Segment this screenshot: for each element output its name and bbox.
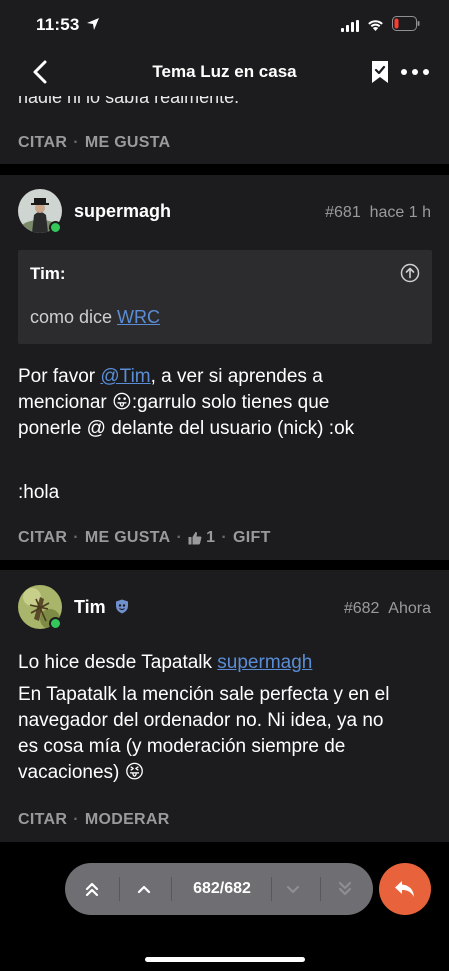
thumbs-up-icon	[188, 531, 202, 545]
like-button[interactable]: ME GUSTA	[85, 529, 171, 547]
squinting-tongue-emoji: 😝	[124, 762, 145, 783]
quote-text: como dice WRC	[30, 307, 160, 328]
body-line: es cosa mía (y moderación siempre de	[18, 736, 346, 757]
post-682: Tim #682 Ahora Lo hice desde Tapatalk su…	[0, 570, 449, 842]
battery-low-icon	[392, 16, 420, 31]
more-options-icon[interactable]	[400, 62, 430, 82]
separator: ·	[73, 529, 79, 546]
post-time: Ahora	[388, 600, 431, 617]
gift-button[interactable]: GIFT	[233, 529, 271, 547]
status-bar: 11:53	[0, 0, 449, 50]
previous-post-actions: CITAR · ME GUSTA	[18, 134, 171, 152]
page-counter[interactable]: 682/682	[185, 863, 259, 915]
separator: ·	[73, 134, 79, 151]
quote-button[interactable]: CITAR	[18, 811, 67, 829]
quote-block: Tim: como dice WRC	[18, 250, 432, 344]
chevron-up-icon	[137, 885, 151, 894]
mention-link[interactable]: @Tim	[100, 366, 150, 387]
body-text-segment: mencionar	[18, 392, 112, 413]
body-line: mencionar 😛:garrulo solo tienes que	[18, 390, 432, 416]
body-line: En Tapatalk la mención sale perfecta y e…	[18, 684, 390, 705]
quote-author: Tim:	[30, 264, 66, 283]
separator: ·	[221, 529, 227, 546]
body-line: ponerle @ delante del usuario (nick) :ok	[18, 418, 355, 439]
mention-link[interactable]: supermagh	[217, 652, 312, 673]
username[interactable]: supermagh	[74, 201, 171, 222]
first-page-button[interactable]	[67, 863, 117, 915]
username[interactable]: Tim	[74, 597, 106, 618]
last-page-button[interactable]	[320, 863, 370, 915]
post-number[interactable]: #682	[344, 600, 380, 617]
quote-button[interactable]: CITAR	[18, 134, 67, 152]
location-arrow-icon	[87, 18, 99, 30]
body-text-segment: , a ver si aprendes a	[150, 366, 323, 387]
next-page-button[interactable]	[268, 863, 318, 915]
body-line: Por favor @Tim, a ver si aprendes a	[18, 364, 432, 390]
bookmark-icon[interactable]	[370, 60, 390, 84]
body-text-segment: :garrulo solo tienes que	[131, 392, 330, 413]
online-indicator	[49, 221, 62, 234]
body-line: vacaciones) 😝	[18, 760, 432, 786]
status-time: 11:53	[36, 15, 80, 34]
quote-text-prefix: como dice	[30, 307, 118, 327]
body-line: Lo hice desde Tapatalk supermagh	[18, 650, 432, 676]
post-actions: CITAR · MODERAR	[18, 811, 170, 829]
wifi-icon	[368, 20, 383, 31]
post-actions: CITAR · ME GUSTA · 1 · GIFT	[18, 529, 271, 547]
separator: ·	[176, 529, 183, 546]
pager-divider	[171, 877, 172, 901]
post-meta: #681 hace 1 h	[325, 204, 431, 222]
body-text-segment: vacaciones)	[18, 762, 125, 783]
reply-button[interactable]	[379, 863, 431, 915]
likes-count[interactable]: 1	[188, 529, 215, 547]
body-line: navegador del ordenador no. Ni idea, ya …	[18, 710, 384, 731]
body-text-segment: Por favor	[18, 366, 101, 387]
post-time: hace 1 h	[369, 204, 431, 221]
nav-bar: Tema Luz en casa	[0, 50, 449, 96]
previous-post: nadie ni lo sabía realmente. CITAR · ME …	[0, 96, 449, 164]
reply-arrow-icon	[395, 881, 414, 897]
post-meta: #682 Ahora	[344, 600, 431, 618]
quote-button[interactable]: CITAR	[18, 529, 67, 547]
page-navigator: 682/682	[65, 863, 373, 915]
home-indicator	[145, 957, 305, 962]
moderate-button[interactable]: MODERAR	[85, 811, 170, 829]
online-indicator	[49, 617, 62, 630]
body-line: :hola	[18, 482, 60, 503]
post-body: Lo hice desde Tapatalk supermagh En Tapa…	[18, 650, 432, 786]
like-button[interactable]: ME GUSTA	[85, 134, 171, 152]
tongue-emoji: 😛	[112, 392, 132, 413]
signal-icon	[341, 20, 359, 32]
post-number[interactable]: #681	[325, 204, 361, 221]
moderator-badge-icon	[116, 599, 128, 614]
separator: ·	[73, 811, 79, 828]
previous-page-button[interactable]	[119, 863, 169, 915]
double-chevron-up-icon	[85, 882, 99, 897]
body-text-segment: Lo hice desde Tapatalk	[18, 652, 218, 673]
chevron-down-icon	[286, 885, 300, 894]
go-to-quote-icon[interactable]	[400, 263, 420, 283]
post-body: Por favor @Tim, a ver si aprendes a menc…	[18, 364, 432, 506]
double-chevron-down-icon	[338, 881, 352, 896]
likes-count-value: 1	[206, 529, 216, 546]
quote-link[interactable]: WRC	[117, 307, 160, 327]
post-681: supermagh #681 hace 1 h Tim: como dice W…	[0, 175, 449, 560]
previous-post-text: nadie ni lo sabía realmente.	[18, 96, 240, 107]
